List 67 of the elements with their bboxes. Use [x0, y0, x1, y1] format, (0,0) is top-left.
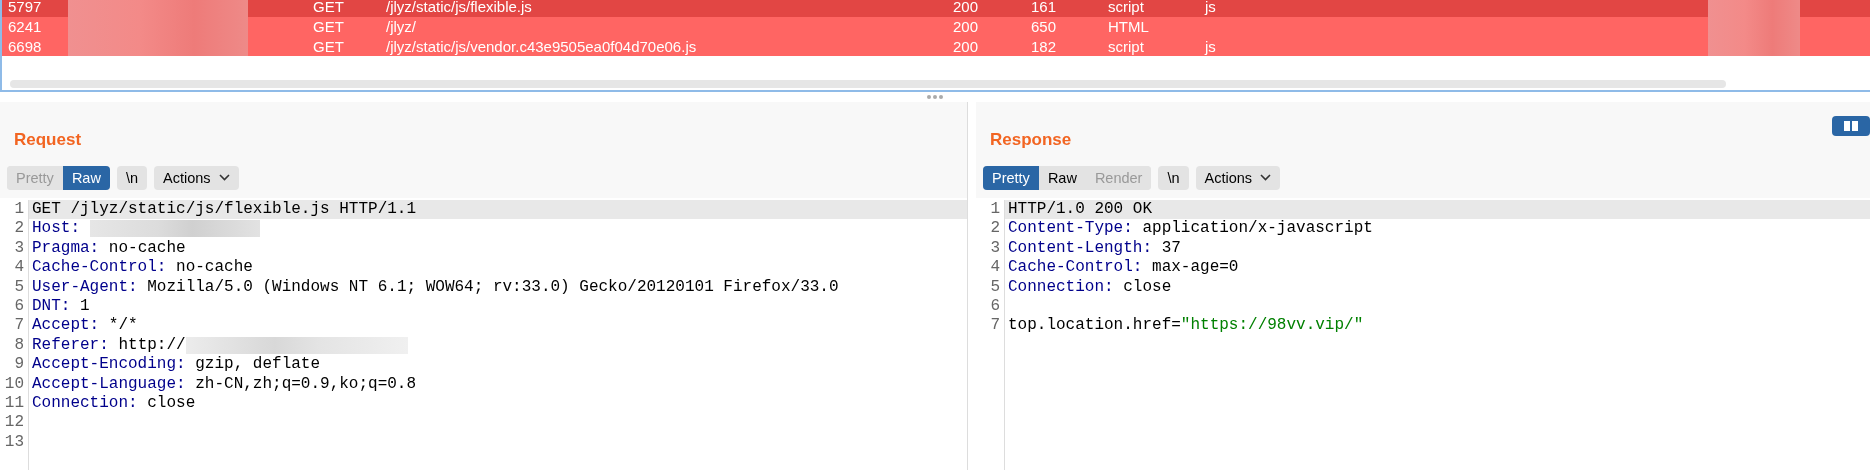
- header-name: Connection:: [32, 393, 138, 414]
- line-number: 1: [976, 200, 1005, 220]
- header-value: */*: [108, 316, 138, 336]
- header-value: gzip, deflate: [195, 355, 321, 375]
- columns-icon: [1844, 121, 1858, 131]
- table-cell-text: 5797: [7, 0, 43, 17]
- table-cell-text: /jlyz/static/js/flexible.js: [385, 0, 533, 17]
- actions-dropdown[interactable]: Actions: [1195, 165, 1281, 190]
- header-value: close: [1123, 277, 1172, 297]
- table-cell-text: 200: [952, 17, 980, 37]
- header-name: Accept:: [32, 316, 100, 336]
- view-mode-tab[interactable]: Raw: [62, 165, 110, 190]
- table-cell-text: 6241: [7, 17, 43, 37]
- table-cell-text: 161: [1030, 0, 1058, 17]
- code-text: top.location.href=: [1008, 316, 1181, 336]
- header-name: DNT:: [32, 296, 71, 317]
- header-name: Connection:: [1008, 277, 1114, 297]
- table-cell-text: GET: [312, 36, 345, 56]
- header-value: max-age=0: [1152, 258, 1239, 278]
- header-value: no-cache: [108, 238, 186, 259]
- header-name: Pragma:: [32, 238, 100, 259]
- newline-toggle-button[interactable]: \n: [1158, 165, 1189, 190]
- header-value: 37: [1161, 238, 1181, 259]
- header-value: no-cache: [176, 258, 253, 278]
- string-literal: "https://98vv.vip/": [1180, 316, 1364, 336]
- table-cell-text: GET: [312, 17, 345, 37]
- table-cell-text: js: [1203, 36, 1217, 56]
- header-name: Host:: [32, 219, 80, 239]
- header-name: Cache-Control:: [32, 258, 167, 278]
- table-cell-text: js: [1203, 0, 1217, 17]
- header-value: application/x-javascript: [1142, 219, 1373, 239]
- scrollbar[interactable]: [10, 80, 1726, 88]
- table-cell-text: script: [1107, 0, 1145, 17]
- header-name: Accept-Encoding:: [32, 355, 186, 375]
- code-text: GET /jlyz/static/js/flexible.js HTTP/1.1: [32, 200, 417, 220]
- table-cell-text: /jlyz/: [385, 17, 417, 37]
- view-mode-tab[interactable]: Pretty: [983, 165, 1039, 190]
- header-name: Content-Length:: [1008, 238, 1153, 259]
- table-cell-text: GET: [312, 0, 345, 17]
- header-name: Referer:: [32, 335, 109, 356]
- header-value: close: [147, 393, 196, 414]
- history-row[interactable]: 5797 GET /jlyz/static/js/flexible.js 200 161 script js: [2, 0, 1870, 17]
- table-cell-text: 200: [952, 0, 980, 17]
- panel-title: Response: [990, 129, 1072, 151]
- header-name: User-Agent:: [32, 277, 138, 297]
- table-cell-text: 6698: [7, 36, 43, 56]
- chevron-down-icon: [218, 174, 230, 181]
- header-value: http://: [118, 335, 186, 356]
- newline-toggle-button[interactable]: \n: [116, 165, 147, 190]
- actions-dropdown[interactable]: Actions: [154, 165, 239, 190]
- table-cell-text: 200: [952, 36, 980, 56]
- table-cell-text: HTML: [1107, 17, 1150, 37]
- header-value: Mozilla/5.0 (Windows NT 6.1; WOW64; rv:33.0) Gecko/20120101 Firefox/33.0: [147, 277, 839, 297]
- header-value: zh-CN,zh;q=0.9,ko;q=0.8: [195, 374, 417, 394]
- table-cell-text: 182: [1030, 36, 1058, 56]
- code-text: HTTP/1.0 200 OK: [1008, 200, 1153, 220]
- header-value: 1: [80, 296, 90, 317]
- header-name: Cache-Control:: [1008, 258, 1143, 278]
- table-cell-text: script: [1107, 36, 1145, 56]
- panel-title: Request: [14, 129, 82, 151]
- table-cell-text: /jlyz/static/js/vendor.c43e9505ea0f04d70e06.js: [385, 36, 698, 56]
- layout-button[interactable]: [1832, 116, 1870, 136]
- header-name: Accept-Language:: [32, 374, 186, 394]
- header-name: Content-Type:: [1008, 219, 1133, 239]
- line-number: 1: [0, 200, 29, 220]
- chevron-down-icon: [1260, 174, 1272, 181]
- table-cell-text: 650: [1030, 17, 1058, 37]
